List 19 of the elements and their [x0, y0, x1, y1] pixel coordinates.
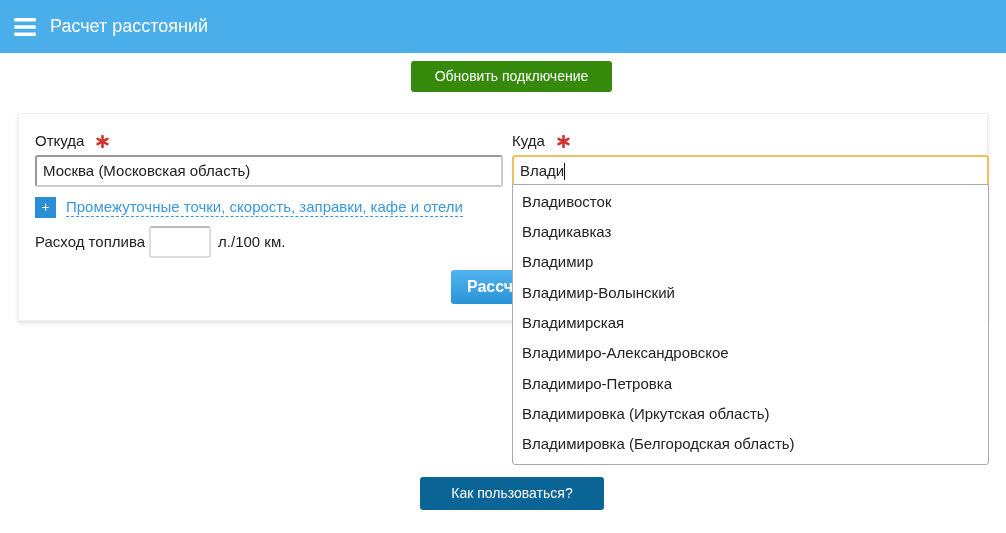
menu-icon[interactable] — [14, 17, 36, 36]
refresh-connection-button[interactable]: Обновить подключение — [411, 61, 612, 92]
fuel-input-field[interactable] — [149, 226, 212, 258]
help-button[interactable]: Как пользоваться? — [420, 477, 604, 510]
suggestion-item[interactable]: Владимиро-Александровское — [522, 342, 729, 365]
suggestion-item[interactable]: Владикавказ — [522, 221, 612, 244]
suggestion-item[interactable]: Владимиро-Петровка — [522, 372, 672, 396]
suggestion-item[interactable]: Владимирская — [522, 312, 625, 335]
suggestion-item[interactable]: Владимировка (Белгородская область) — [522, 433, 795, 456]
page-title: Расчет расстояний — [50, 15, 209, 38]
suggestion-item[interactable]: Владивосток — [522, 190, 612, 214]
unit-label: л./100 км. — [218, 231, 286, 252]
text-cursor — [564, 162, 566, 180]
from-input-field[interactable]: Москва (Московская область) — [35, 155, 503, 187]
expand-button[interactable]: + — [35, 196, 56, 218]
field-label: Откуда — [35, 130, 85, 151]
field-label: Куда — [512, 130, 545, 151]
suggestion-item[interactable]: Владимировка (Иркутская область) — [522, 402, 770, 426]
fuel-label: Расход топлива — [35, 231, 146, 252]
